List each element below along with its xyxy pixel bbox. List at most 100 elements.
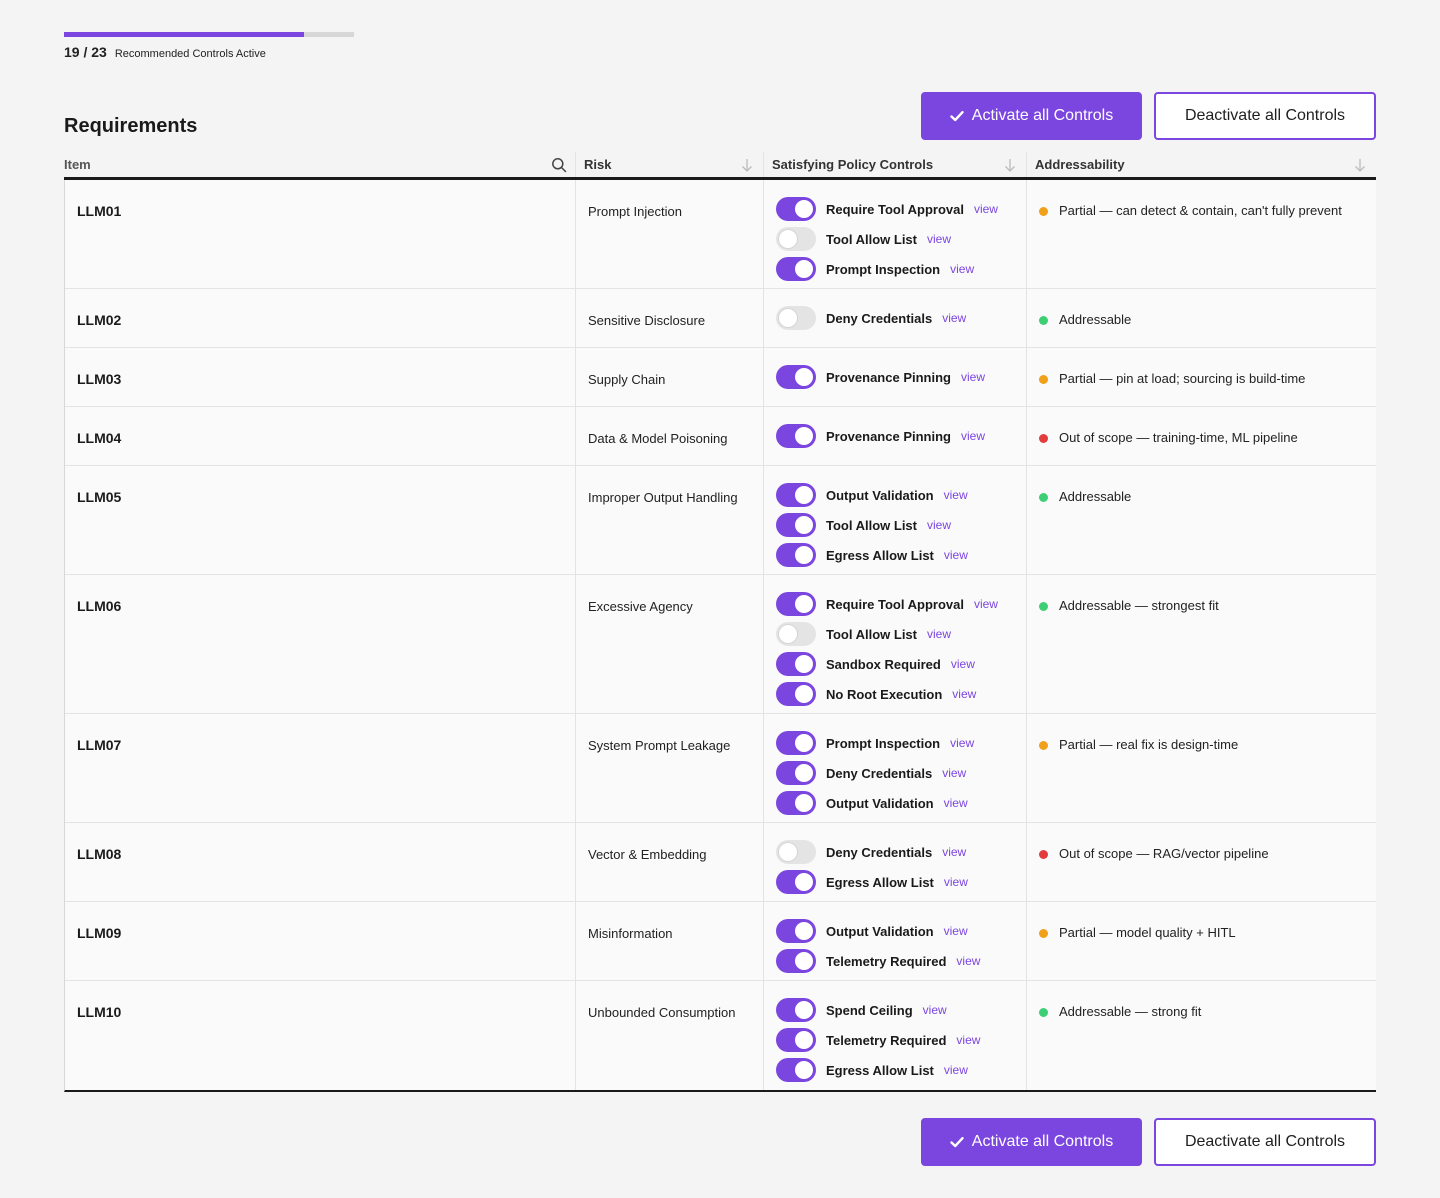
policy-control: Deny Credentials view — [776, 837, 1026, 867]
toggle-knob — [795, 873, 813, 891]
policy-controls: Require Tool Approval view Tool Allow List… — [764, 180, 1027, 288]
table-row: LLM06 Excessive Agency Require Tool Approv… — [65, 575, 1376, 714]
column-header-item[interactable]: Item — [64, 152, 576, 177]
control-toggle[interactable] — [776, 513, 816, 537]
table-header: Item Risk Satisfying Policy Controls Add… — [64, 152, 1376, 180]
control-toggle[interactable] — [776, 306, 816, 330]
status-dot-icon — [1039, 602, 1048, 611]
status-dot-icon — [1039, 375, 1048, 384]
control-name: Deny Credentials — [826, 765, 933, 781]
control-toggle[interactable] — [776, 257, 816, 281]
column-header-addressability-label: Addressability — [1035, 157, 1125, 172]
sort-arrow-down-icon[interactable] — [1352, 157, 1368, 173]
toggle-knob — [795, 1061, 813, 1079]
view-control-link[interactable]: view — [944, 875, 968, 889]
column-header-controls[interactable]: Satisfying Policy Controls — [764, 152, 1027, 177]
view-control-link[interactable]: view — [974, 597, 998, 611]
deactivate-all-button[interactable]: Deactivate all Controls — [1154, 1118, 1376, 1166]
view-control-link[interactable]: view — [944, 548, 968, 562]
risk-name: Vector & Embedding — [576, 823, 764, 901]
view-control-link[interactable]: view — [944, 488, 968, 502]
policy-controls: Require Tool Approval view Tool Allow List… — [764, 575, 1027, 713]
view-control-link[interactable]: view — [927, 232, 951, 246]
view-control-link[interactable]: view — [950, 736, 974, 750]
control-toggle[interactable] — [776, 543, 816, 567]
policy-controls: Output Validation view Telemetry Required v… — [764, 902, 1027, 980]
control-name: Tool Allow List — [826, 517, 917, 533]
column-header-addressability[interactable]: Addressability — [1027, 152, 1376, 177]
control-toggle[interactable] — [776, 840, 816, 864]
control-name: Egress Allow List — [826, 874, 934, 890]
addressability-text: Addressable — strongest fit — [1059, 598, 1219, 613]
view-control-link[interactable]: view — [927, 627, 951, 641]
policy-control: Egress Allow List view — [776, 540, 1026, 570]
policy-controls: Output Validation view Tool Allow List view… — [764, 466, 1027, 574]
column-header-item-label: Item — [64, 157, 91, 172]
control-toggle[interactable] — [776, 761, 816, 785]
control-toggle[interactable] — [776, 652, 816, 676]
control-toggle[interactable] — [776, 622, 816, 646]
column-header-risk[interactable]: Risk — [576, 152, 764, 177]
view-control-link[interactable]: view — [961, 370, 985, 384]
toggle-knob — [795, 486, 813, 504]
addressability: Out of scope — RAG/vector pipeline — [1027, 823, 1376, 901]
progress-bar — [64, 32, 354, 37]
control-toggle[interactable] — [776, 682, 816, 706]
toggle-knob — [779, 843, 797, 861]
control-toggle[interactable] — [776, 949, 816, 973]
control-toggle[interactable] — [776, 424, 816, 448]
policy-control: Output Validation view — [776, 788, 1026, 818]
column-header-controls-label: Satisfying Policy Controls — [772, 157, 934, 172]
control-toggle[interactable] — [776, 227, 816, 251]
view-control-link[interactable]: view — [944, 796, 968, 810]
activate-all-button[interactable]: Activate all Controls — [921, 1118, 1142, 1166]
view-control-link[interactable]: view — [951, 657, 975, 671]
check-icon — [950, 1137, 964, 1148]
control-toggle[interactable] — [776, 919, 816, 943]
top-actions: Activate all Controls Deactivate all Con… — [921, 92, 1376, 140]
view-control-link[interactable]: view — [950, 262, 974, 276]
control-toggle[interactable] — [776, 592, 816, 616]
sort-arrow-down-icon[interactable] — [1002, 157, 1018, 173]
addressability: Partial — model quality + HITL — [1027, 902, 1376, 980]
control-toggle[interactable] — [776, 1058, 816, 1082]
view-control-link[interactable]: view — [961, 429, 985, 443]
policy-controls: Prompt Inspection view Deny Credentials vie… — [764, 714, 1027, 822]
view-control-link[interactable]: view — [956, 954, 980, 968]
control-toggle[interactable] — [776, 1028, 816, 1052]
control-name: Telemetry Required — [826, 953, 947, 969]
control-name: No Root Execution — [826, 686, 943, 702]
search-icon[interactable] — [551, 157, 567, 173]
control-toggle[interactable] — [776, 365, 816, 389]
policy-control: Provenance Pinning view — [776, 362, 1026, 392]
view-control-link[interactable]: view — [952, 687, 976, 701]
sort-arrow-down-icon[interactable] — [739, 157, 755, 173]
view-control-link[interactable]: view — [927, 518, 951, 532]
view-control-link[interactable]: view — [944, 1063, 968, 1077]
addressability-text: Partial — pin at load; sourcing is build… — [1059, 371, 1306, 386]
policy-controls: Provenance Pinning view — [764, 407, 1027, 465]
toggle-knob — [795, 368, 813, 386]
control-toggle[interactable] — [776, 998, 816, 1022]
view-control-link[interactable]: view — [942, 766, 966, 780]
view-control-link[interactable]: view — [944, 924, 968, 938]
control-name: Output Validation — [826, 923, 934, 939]
control-toggle[interactable] — [776, 483, 816, 507]
activate-all-button[interactable]: Activate all Controls — [921, 92, 1142, 140]
addressability: Addressable — strong fit — [1027, 981, 1376, 1090]
control-toggle[interactable] — [776, 870, 816, 894]
view-control-link[interactable]: view — [942, 845, 966, 859]
view-control-link[interactable]: view — [942, 311, 966, 325]
control-toggle[interactable] — [776, 791, 816, 815]
deactivate-all-button[interactable]: Deactivate all Controls — [1154, 92, 1376, 140]
control-toggle[interactable] — [776, 731, 816, 755]
control-name: Require Tool Approval — [826, 596, 964, 612]
view-control-link[interactable]: view — [974, 202, 998, 216]
view-control-link[interactable]: view — [923, 1003, 947, 1017]
toggle-knob — [795, 764, 813, 782]
requirement-id: LLM09 — [65, 902, 576, 980]
deactivate-all-label: Deactivate all Controls — [1184, 1133, 1346, 1150]
addressability: Addressable — [1027, 289, 1376, 347]
view-control-link[interactable]: view — [956, 1033, 980, 1047]
control-toggle[interactable] — [776, 197, 816, 221]
